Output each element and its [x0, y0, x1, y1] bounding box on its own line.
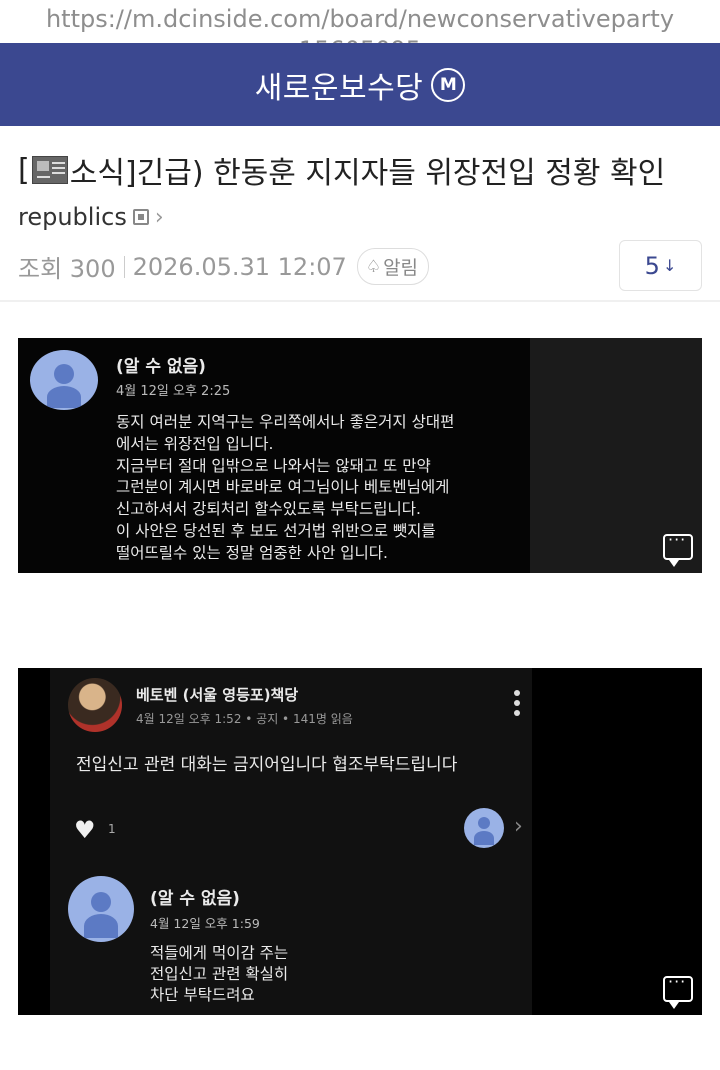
- meta-divider: [123, 255, 125, 278]
- post-meta: 조회 300 2026.05.31 12:07 ♤ 알림: [18, 248, 430, 285]
- speech-bubble-icon[interactable]: [663, 530, 693, 567]
- view-count: 조회 300: [18, 255, 116, 283]
- chat-message-body: 동지 여러분 지역구는 우리쪽에서나 좋은거지 상대편 에서는 위장전입 입니다…: [116, 413, 455, 562]
- kebab-menu-icon[interactable]: [514, 690, 520, 718]
- notice-meta: 4월 12일 오후 1:52 • 공지 • 141명 읽음: [136, 712, 353, 726]
- notice-message: 전입신고 관련 대화는 금지어입니다 협조부탁드립니다: [76, 755, 458, 775]
- arrow-down-icon: ↓: [662, 256, 677, 275]
- chat-timestamp: 4월 12일 오후 2:25: [116, 384, 231, 399]
- embedded-chat-screenshot-1[interactable]: (알 수 없음) 4월 12일 오후 2:25 동지 여러분 지역구는 우리쪽에…: [18, 338, 702, 573]
- minor-gallery-badge-icon: M: [431, 67, 466, 102]
- reply-message-body: 적들에게 먹이감 주는 전입신고 관련 확실히 차단 부탁드려요: [150, 944, 289, 1004]
- profile-avatar-icon: [68, 876, 134, 942]
- chevron-right-icon[interactable]: ›: [514, 814, 523, 839]
- comment-count-button[interactable]: 5 ↓: [619, 240, 702, 291]
- screenshot-side-strip: [532, 668, 702, 1015]
- post-datetime: 2026.05.31 12:07: [132, 252, 347, 281]
- title-bracket: [: [18, 152, 30, 188]
- post-title: [ 소식] 긴급) 한동훈 지지자들 위장전입 정황 확인: [18, 148, 665, 192]
- board-header[interactable]: 새로운보수당 M: [0, 43, 720, 126]
- notice-sender-name: 베토벤 (서울 영등포)책당: [136, 686, 299, 704]
- board-title[interactable]: 새로운보수당: [255, 63, 424, 107]
- screenshot-left-strip: [18, 668, 50, 1015]
- newspaper-icon: [31, 156, 68, 184]
- beethoven-avatar-icon: [68, 678, 122, 732]
- header-divider: [0, 300, 720, 302]
- chevron-right-icon[interactable]: ›: [155, 205, 164, 230]
- speech-bubble-icon[interactable]: [663, 972, 693, 1009]
- author-row[interactable]: republics ›: [18, 203, 164, 231]
- reply-sender-name: (알 수 없음): [150, 889, 240, 909]
- fixed-nick-icon: [132, 209, 149, 225]
- alarm-button[interactable]: ♤ 알림: [356, 248, 430, 285]
- reader-avatar-icon: [464, 808, 504, 848]
- bell-icon: ♤: [365, 256, 382, 277]
- title-category: 소식]: [69, 156, 137, 191]
- comment-count: 5: [644, 251, 660, 280]
- alarm-label: 알림: [383, 257, 419, 279]
- browser-url-bar[interactable]: https://m.dcinside.com/board/newconserva…: [0, 0, 720, 44]
- like-count: 1: [108, 822, 116, 836]
- chat-sender-name: (알 수 없음): [116, 357, 206, 377]
- embedded-chat-screenshot-2[interactable]: 베토벤 (서울 영등포)책당 4월 12일 오후 1:52 • 공지 • 141…: [18, 668, 702, 1015]
- heart-icon[interactable]: ♥: [74, 816, 96, 844]
- profile-avatar-icon: [30, 350, 98, 410]
- title-text: 긴급) 한동훈 지지자들 위장전입 정황 확인: [136, 156, 666, 191]
- reply-timestamp: 4월 12일 오후 1:59: [150, 916, 260, 931]
- author-name[interactable]: republics: [18, 203, 127, 231]
- url-text[interactable]: https://m.dcinside.com/board/newconserva…: [0, 5, 720, 33]
